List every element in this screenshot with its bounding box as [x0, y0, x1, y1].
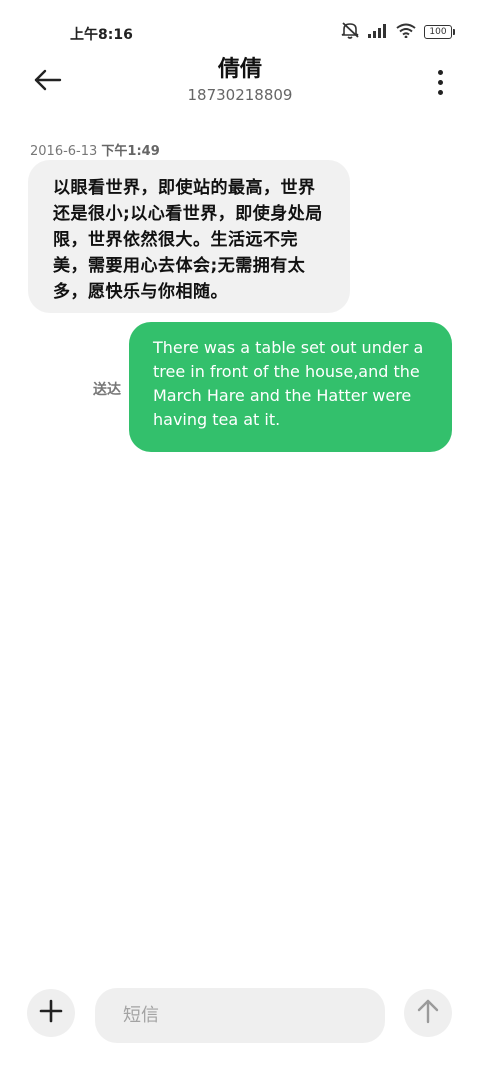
contact-number: 18730218809 [187, 86, 293, 104]
delivery-status: 送达 [93, 382, 121, 398]
app-bar: 倩倩 18730218809 [0, 52, 480, 112]
signal-icon [368, 23, 388, 42]
wifi-icon [396, 23, 416, 42]
battery-icon: 100 [424, 25, 455, 39]
contact-name: 倩倩 [217, 57, 262, 82]
message-input[interactable] [121, 1004, 365, 1027]
send-button[interactable] [404, 989, 452, 1037]
timestamp-time: 下午1:49 [101, 144, 160, 159]
message-composer [0, 985, 480, 1049]
mute-bell-icon [340, 21, 360, 43]
message-timestamp: 2016-6-13 下午1:49 [30, 140, 160, 159]
status-time: 上午8:16 [70, 27, 133, 43]
plus-icon [39, 999, 63, 1027]
status-icons: 100 [340, 21, 455, 43]
message-input-container[interactable] [95, 988, 385, 1043]
contact-header[interactable]: 倩倩 18730218809 [0, 56, 480, 104]
outgoing-message-bubble[interactable]: There was a table set out under a tree i… [129, 322, 452, 452]
timestamp-date: 2016-6-13 [30, 144, 98, 159]
send-arrow-icon [416, 998, 440, 1028]
add-attachment-button[interactable] [27, 989, 75, 1037]
more-options-button[interactable] [430, 66, 450, 98]
more-vertical-icon [437, 69, 443, 75]
incoming-message-bubble[interactable]: 以眼看世界，即使站的最高，世界还是很小;以心看世界，即使身处局限，世界依然很大。… [28, 160, 350, 313]
